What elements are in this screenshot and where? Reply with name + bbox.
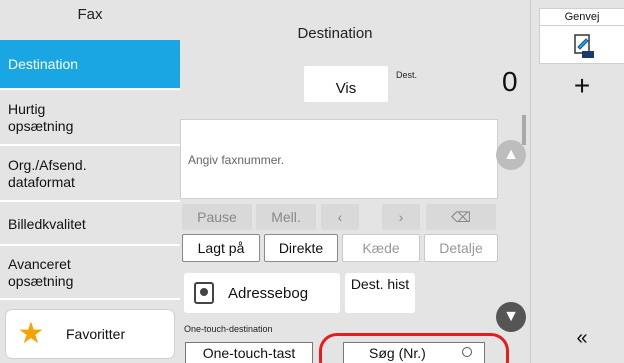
fax-number-placeholder: Angiv faxnummer. xyxy=(188,153,285,167)
kaede-button[interactable]: Kæde xyxy=(342,234,420,262)
scrollbar[interactable] xyxy=(522,115,526,145)
cursor-left-key[interactable]: ‹ xyxy=(321,204,359,230)
right-panel: Genvej + « xyxy=(530,0,624,363)
vis-button[interactable]: Vis xyxy=(304,66,388,102)
sidebar-item-label: Hurtig opsætning xyxy=(8,101,74,134)
star-icon: ★ xyxy=(17,317,45,350)
mell-key[interactable]: Mell. xyxy=(256,204,316,230)
shortcut-panel[interactable]: Genvej xyxy=(539,8,624,64)
onetouch-key-button[interactable]: One-touch-tast xyxy=(185,342,313,363)
page-title: Destination xyxy=(297,25,373,42)
add-shortcut-icon[interactable]: + xyxy=(539,70,624,102)
highlight-circle xyxy=(319,333,509,363)
address-book-icon xyxy=(194,282,214,304)
sidebar-item-billedkvalitet[interactable]: Billedkvalitet xyxy=(0,204,180,246)
sidebar-item-label: Destination xyxy=(8,55,79,72)
fax-number-input[interactable]: Angiv faxnummer. xyxy=(180,119,498,199)
document-edit-icon xyxy=(574,34,594,58)
main-panel: Destination Vis Dest. 0 Angiv faxnummer.… xyxy=(180,0,530,363)
sidebar-item-destination[interactable]: Destination xyxy=(0,40,180,90)
sidebar-item-avanceret-opsaetning[interactable]: Avanceret opsætning xyxy=(0,248,180,300)
onetouch-label: One-touch-destination xyxy=(184,324,273,334)
favorites-label: Favoritter xyxy=(66,326,126,342)
address-book-label: Adressebog xyxy=(228,284,309,302)
address-book-button[interactable]: Adressebog xyxy=(184,273,340,313)
lagt-paa-button[interactable]: Lagt på xyxy=(182,234,260,262)
dest-history-button[interactable]: Dest. hist xyxy=(345,273,415,313)
sidebar-item-label: Billedkvalitet xyxy=(8,215,86,232)
dest-count-value: 0 xyxy=(502,66,518,97)
sidebar-item-label: Avanceret opsætning xyxy=(8,256,74,289)
sidebar-item-hurtig-opsaetning[interactable]: Hurtig opsætning xyxy=(0,92,180,146)
scroll-up-icon[interactable]: ▲ xyxy=(496,140,526,170)
backspace-icon[interactable]: ⌫ xyxy=(426,204,496,230)
detalje-button[interactable]: Detalje xyxy=(424,234,498,262)
dest-count-label: Dest. xyxy=(396,70,418,80)
scroll-down-icon[interactable]: ▼ xyxy=(496,302,526,332)
sidebar: Fax Destination Hurtig opsætning Org./Af… xyxy=(0,0,180,363)
cursor-right-key[interactable]: › xyxy=(382,204,420,230)
sidebar-item-label: Org./Afsend. dataformat xyxy=(8,157,87,190)
direkte-button[interactable]: Direkte xyxy=(264,234,338,262)
sidebar-title: Fax xyxy=(77,6,103,23)
collapse-icon[interactable]: « xyxy=(539,327,624,350)
shortcut-title: Genvej xyxy=(540,9,624,26)
pause-key[interactable]: Pause xyxy=(182,204,252,230)
favorites-button[interactable]: ★ Favoritter xyxy=(6,310,174,358)
sidebar-item-org-afsend-dataformat[interactable]: Org./Afsend. dataformat xyxy=(0,148,180,202)
